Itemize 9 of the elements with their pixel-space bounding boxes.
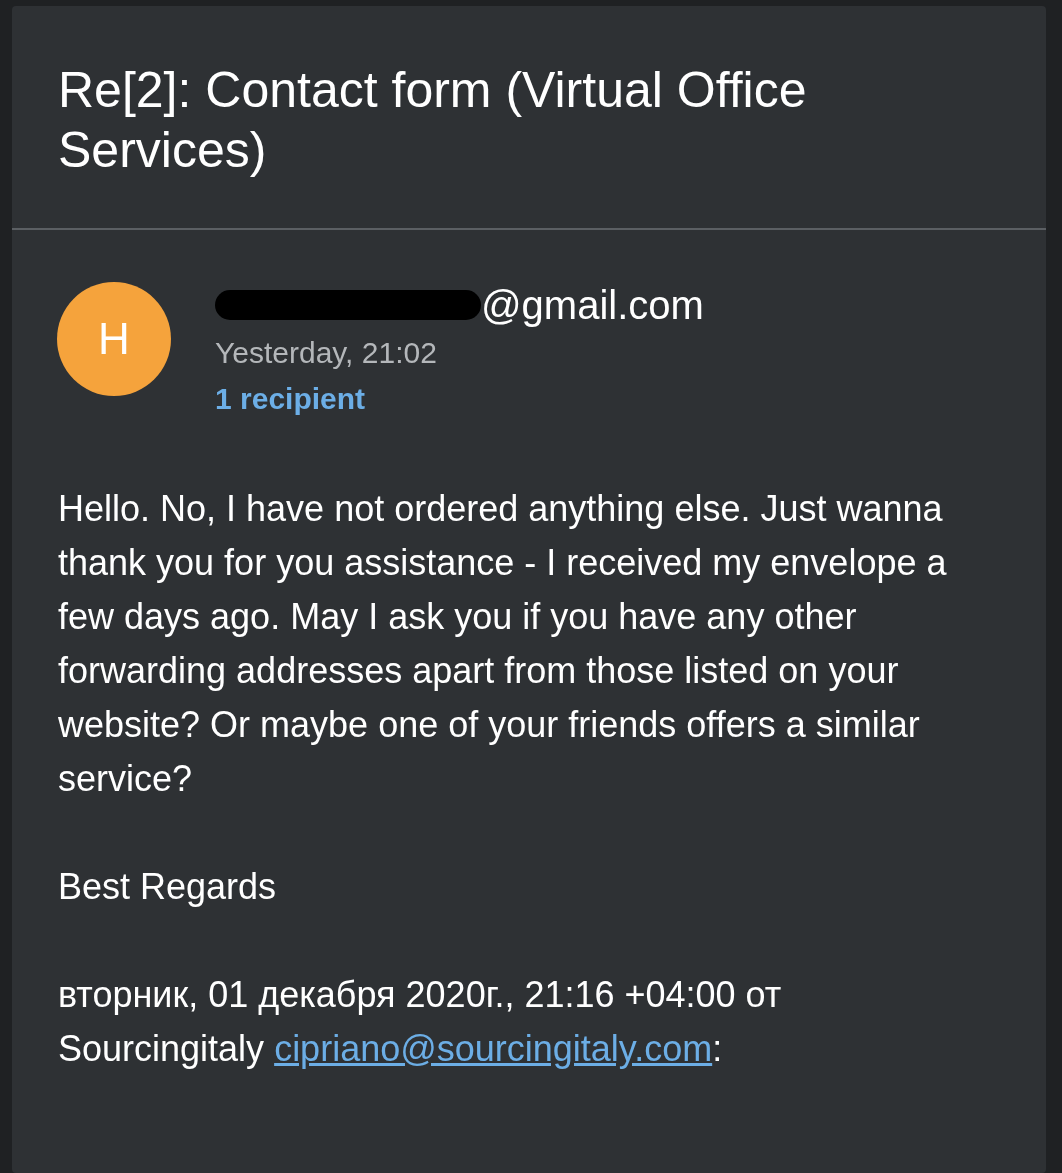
message-paragraph: Hello. No, I have not ordered anything else. Just wanna thank you for you assistance - I received my envelope a few days ago. May I ask you if you have any other forwarding addresses apart from those listed on your website? Or maybe one of your friends offers a similar service? [58,487,948,801]
sender-address: @gmail.com [481,282,704,328]
quote-header: вторник, 01 декабря 2020г., 21:16 +04:00 от Sourcingitaly cipriano@sourcingitaly.com: [58,973,783,1071]
sender-avatar: H [57,282,171,396]
email-subject: Re[2]: Contact form (Virtual Office Services) [58,61,808,180]
recipients-link[interactable]: 1 recipient [215,382,704,416]
message-date: Yesterday, 21:02 [215,336,438,370]
email-link[interactable]: cipriano@sourcingitaly.com [274,1028,713,1069]
message-paragraph: Best Regards [58,865,278,909]
